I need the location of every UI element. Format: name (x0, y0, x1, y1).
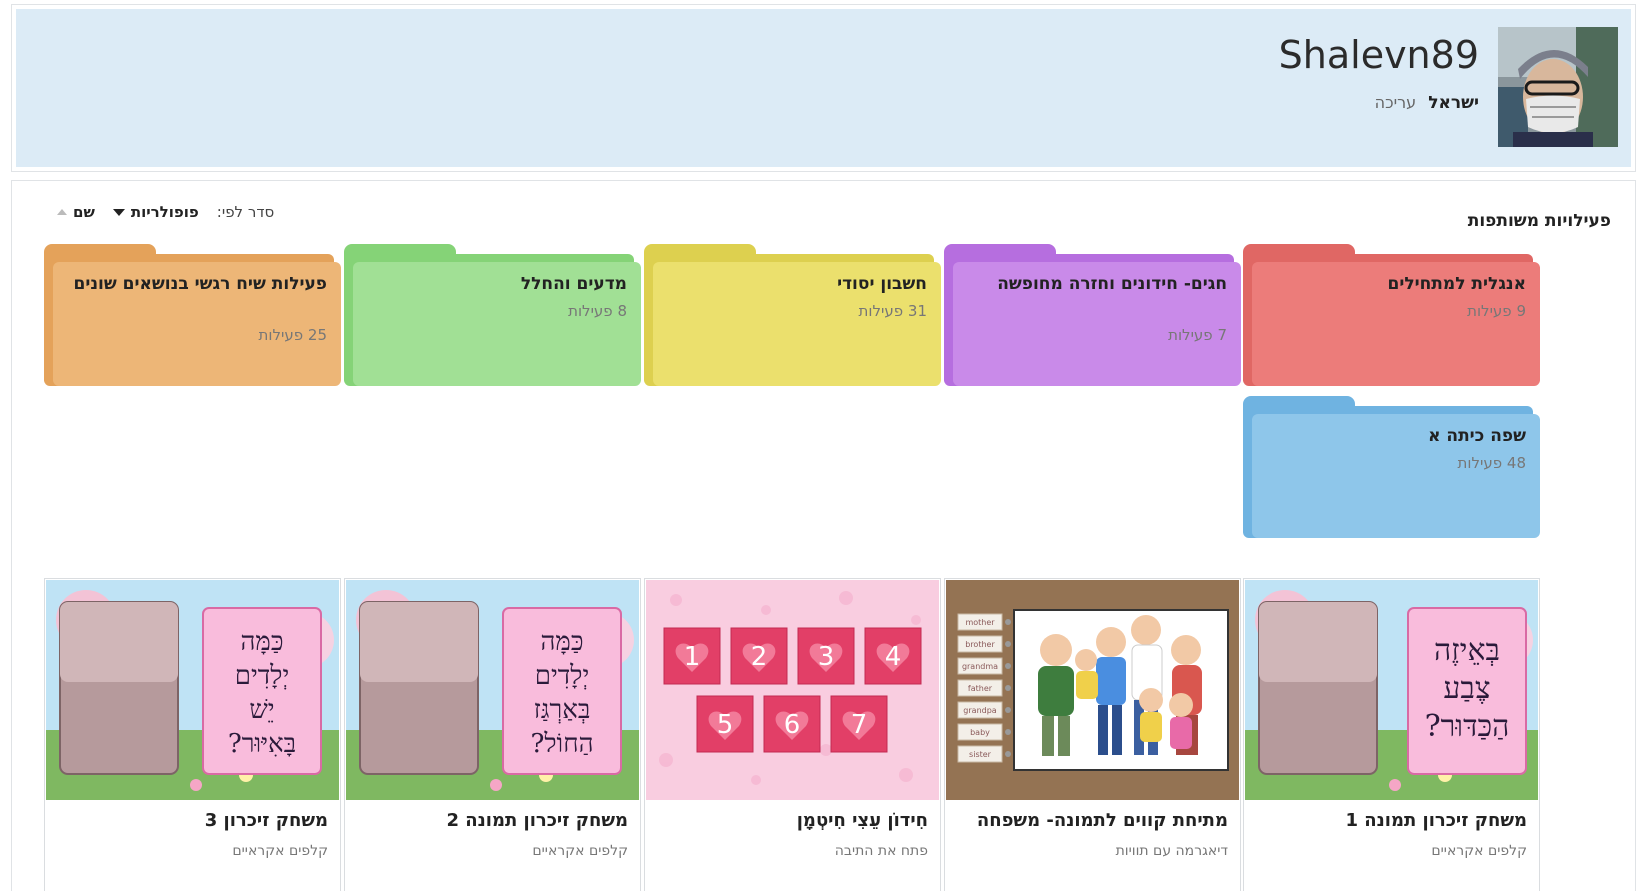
folder-count: 7 פעילות (1168, 326, 1227, 344)
avatar (1498, 27, 1618, 147)
diagram-label: baby (970, 728, 990, 737)
activity-title: חִידוֹן עֵצִי חִיטְמָן (796, 810, 928, 831)
activity-thumbnail: mother brother grandma father grandpa ba… (946, 580, 1239, 800)
activity-thumbnail: 1 2 3 4 5 6 7 (646, 580, 939, 800)
folder-title: חגים- חידונים וחזרה מחופשה (997, 274, 1227, 294)
folder-emotional-talk[interactable]: פעילות שיח רגשי בנושאים שונים 25 פעילות (44, 244, 341, 386)
diagram-label: grandma (962, 662, 998, 671)
activity-title: משחק זיכרון 3 (204, 810, 328, 831)
card-line: בְּאֵיזֶה (1434, 633, 1500, 668)
username: Shalevn89 (1278, 33, 1479, 77)
activity-type: קלפים אקראיים (1431, 843, 1527, 859)
folder-science-space[interactable]: מדעים והחלל 8 פעילות (344, 244, 641, 386)
sort-popularity-button[interactable]: פופולריות (112, 203, 199, 221)
edit-profile-link[interactable]: עריכה (1375, 93, 1417, 112)
folder-count: 8 פעילות (568, 302, 627, 320)
quiz-number: 1 (684, 642, 701, 672)
activity-title: משחק זיכרון תמונה 1 (1345, 810, 1527, 831)
folder-title: אנגלית למתחילים (1387, 274, 1526, 294)
folder-count: 9 פעילות (1467, 302, 1526, 320)
folder-title: מדעים והחלל (520, 274, 627, 294)
quiz-number: 3 (818, 642, 835, 672)
quiz-number: 6 (784, 710, 801, 740)
diagram-label: mother (965, 618, 995, 627)
activity-card[interactable]: mother brother grandma father grandpa ba… (944, 578, 1241, 891)
activity-card[interactable]: כַּמָּה יְלָדִים בְּאַרְגַּז הַחוֹל? משח… (344, 578, 641, 891)
card-line: כַּמָּה (540, 627, 583, 657)
card-line: כַּמָּה (240, 627, 283, 657)
activity-title: מתיחת קווים לתמונה- משפחה (976, 810, 1228, 831)
activity-type: פתח את התיבה (834, 843, 928, 859)
folder-title: פעילות שיח רגשי בנושאים שונים (73, 274, 327, 294)
activity-card[interactable]: בְּאֵיזֶה צֶבַע הַכַּדּוּר? משחק זיכרון … (1243, 578, 1540, 891)
activity-type: דיאגרמה עם תוויות (1115, 843, 1228, 859)
sort-bar: סדר לפי: פופולריות שם (57, 203, 274, 221)
folder-basic-math[interactable]: חשבון יסודי 31 פעילות (644, 244, 941, 386)
card-line: יְלָדִים (535, 661, 590, 691)
folder-count: 25 פעילות (258, 326, 327, 344)
activity-thumbnail: כַּמָּה יְלָדִים בְּאַרְגַּז הַחוֹל? (346, 580, 639, 800)
card-line: הַחוֹל? (530, 729, 593, 759)
diagram-label: grandpa (963, 706, 996, 715)
profile-country: ישראל (1428, 93, 1479, 113)
sort-name-button[interactable]: שם (57, 203, 95, 221)
profile-header: Shalevn89 ישראל עריכה (11, 4, 1636, 172)
quiz-number: 4 (885, 642, 902, 672)
card-line: יֵשׁ (249, 695, 274, 725)
diagram-label: sister (969, 750, 992, 759)
card-line: הַכַּדּוּר? (1425, 709, 1510, 744)
diagram-label: father (968, 684, 993, 693)
sort-popularity-label: פופולריות (130, 203, 199, 221)
folder-title: חשבון יסודי (837, 274, 927, 294)
activity-card[interactable]: 1 2 3 4 5 6 7 חִידוֹן עֵצִי חִיטְמָן פתח… (644, 578, 941, 891)
activity-type: קלפים אקראיים (232, 843, 328, 859)
quiz-number: 7 (851, 710, 868, 740)
card-line: בָּאִיּוּר? (228, 729, 296, 759)
folder-count: 31 פעילות (858, 302, 927, 320)
folder-first-grade-language[interactable]: שפה כיתה א 48 פעילות (1243, 396, 1540, 538)
sort-label: סדר לפי: (216, 203, 275, 221)
card-line: צֶבַע (1443, 671, 1490, 706)
folder-holidays[interactable]: חגים- חידונים וחזרה מחופשה 7 פעילות (944, 244, 1241, 386)
quiz-number: 5 (717, 710, 734, 740)
activity-title: משחק זיכרון תמונה 2 (446, 810, 628, 831)
card-line: בְּאַרְגַּז (534, 695, 591, 725)
folder-title: שפה כיתה א (1428, 426, 1526, 446)
section-title: פעילויות משותפות (1467, 211, 1611, 231)
profile-meta: ישראל עריכה (1375, 93, 1479, 113)
caret-up-icon (57, 209, 67, 215)
card-line: יְלָדִים (235, 661, 290, 691)
caret-down-icon (112, 208, 125, 216)
folder-english-beginners[interactable]: אנגלית למתחילים 9 פעילות (1243, 244, 1540, 386)
folder-count: 48 פעילות (1457, 454, 1526, 472)
activity-card[interactable]: כַּמָּה יְלָדִים יֵשׁ בָּאִיּוּר? משחק ז… (44, 578, 341, 891)
activity-thumbnail: בְּאֵיזֶה צֶבַע הַכַּדּוּר? (1245, 580, 1538, 800)
diagram-label: brother (965, 640, 995, 649)
sort-name-label: שם (73, 203, 95, 221)
quiz-number: 2 (751, 642, 768, 672)
activity-type: קלפים אקראיים (532, 843, 628, 859)
activity-thumbnail: כַּמָּה יְלָדִים יֵשׁ בָּאִיּוּר? (46, 580, 339, 800)
